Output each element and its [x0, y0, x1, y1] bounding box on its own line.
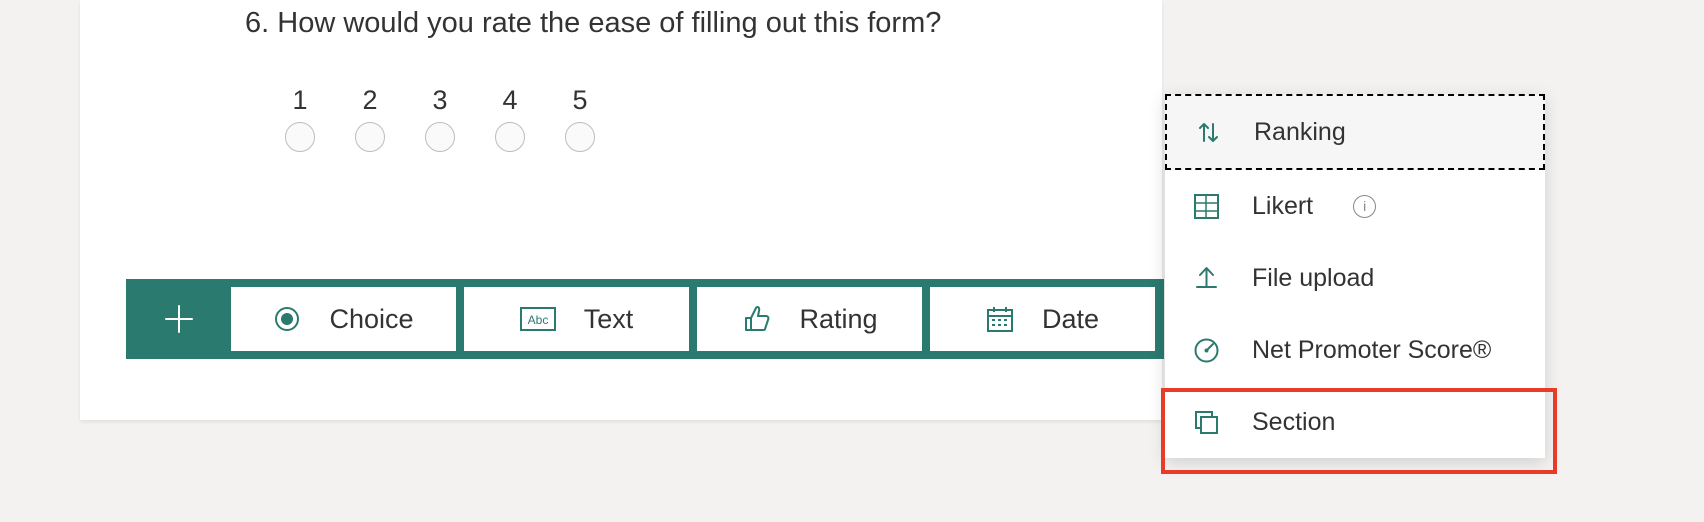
rating-item[interactable]: 2 [355, 85, 385, 152]
rating-label: 2 [362, 85, 377, 116]
rating-radio[interactable] [495, 122, 525, 152]
rating-label: 5 [572, 85, 587, 116]
rating-scale: 1 2 3 4 5 [285, 85, 595, 152]
text-type-label: Text [584, 304, 634, 335]
rating-radio[interactable] [285, 122, 315, 152]
thumbs-up-icon [741, 304, 771, 334]
rating-item[interactable]: 1 [285, 85, 315, 152]
rating-item[interactable]: 5 [565, 85, 595, 152]
menu-item-likert[interactable]: Likert i [1165, 170, 1545, 242]
rating-item[interactable]: 4 [495, 85, 525, 152]
text-type-button[interactable]: Abc Text [464, 287, 689, 351]
rating-label: 1 [292, 85, 307, 116]
section-icon [1193, 409, 1220, 436]
rating-radio[interactable] [425, 122, 455, 152]
rating-type-button[interactable]: Rating [697, 287, 922, 351]
menu-item-label: Likert [1252, 192, 1313, 221]
menu-item-section[interactable]: Section [1165, 386, 1545, 458]
menu-item-label: Ranking [1254, 118, 1346, 147]
plus-icon [164, 304, 194, 334]
ranking-icon [1195, 119, 1222, 146]
add-question-button[interactable] [126, 279, 231, 359]
menu-item-ranking[interactable]: Ranking [1165, 94, 1545, 170]
menu-item-file-upload[interactable]: File upload [1165, 242, 1545, 314]
rating-item[interactable]: 3 [425, 85, 455, 152]
choice-type-button[interactable]: Choice [231, 287, 456, 351]
question-type-toolbar: Choice Abc Text Rating Date [126, 279, 1164, 359]
likert-icon [1193, 193, 1220, 220]
info-icon[interactable]: i [1353, 195, 1376, 218]
radio-icon [273, 305, 301, 333]
text-icon: Abc [520, 307, 556, 331]
menu-item-label: File upload [1252, 264, 1374, 293]
calendar-icon [986, 305, 1014, 333]
menu-item-label: Section [1252, 408, 1335, 437]
menu-item-nps[interactable]: Net Promoter Score® [1165, 314, 1545, 386]
question-text: 6. How would you rate the ease of fillin… [245, 7, 941, 40]
gauge-icon [1193, 337, 1220, 364]
rating-radio[interactable] [355, 122, 385, 152]
question-number: 6. [245, 7, 269, 40]
date-type-label: Date [1042, 304, 1099, 335]
question-body: How would you rate the ease of filling o… [277, 7, 941, 39]
rating-label: 3 [432, 85, 447, 116]
upload-icon [1193, 265, 1220, 292]
menu-item-label: Net Promoter Score® [1252, 336, 1491, 365]
rating-type-label: Rating [799, 304, 877, 335]
rating-radio[interactable] [565, 122, 595, 152]
svg-text:Abc: Abc [527, 313, 548, 327]
rating-label: 4 [502, 85, 517, 116]
more-question-types-menu: Ranking Likert i File upload Net Promote… [1165, 94, 1545, 458]
choice-type-label: Choice [329, 304, 413, 335]
date-type-button[interactable]: Date [930, 287, 1155, 351]
